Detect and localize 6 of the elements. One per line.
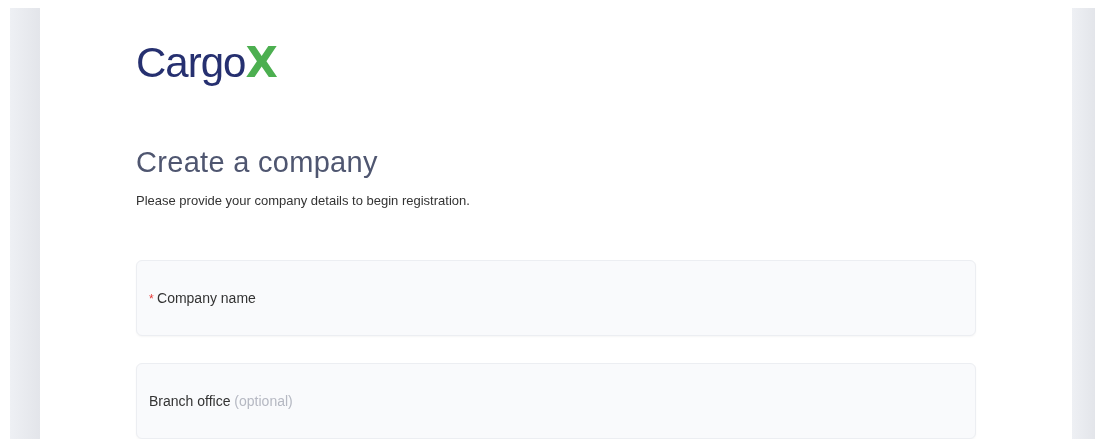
logo-text: Cargo <box>136 39 246 87</box>
page-subtitle: Please provide your company details to begin registration. <box>136 193 471 208</box>
input-field[interactable]: Branch office (optional) <box>136 363 976 439</box>
page-title: Create a company <box>136 146 379 179</box>
logo-mark: X <box>245 38 278 87</box>
input-field[interactable]: * Company name <box>136 260 976 336</box>
